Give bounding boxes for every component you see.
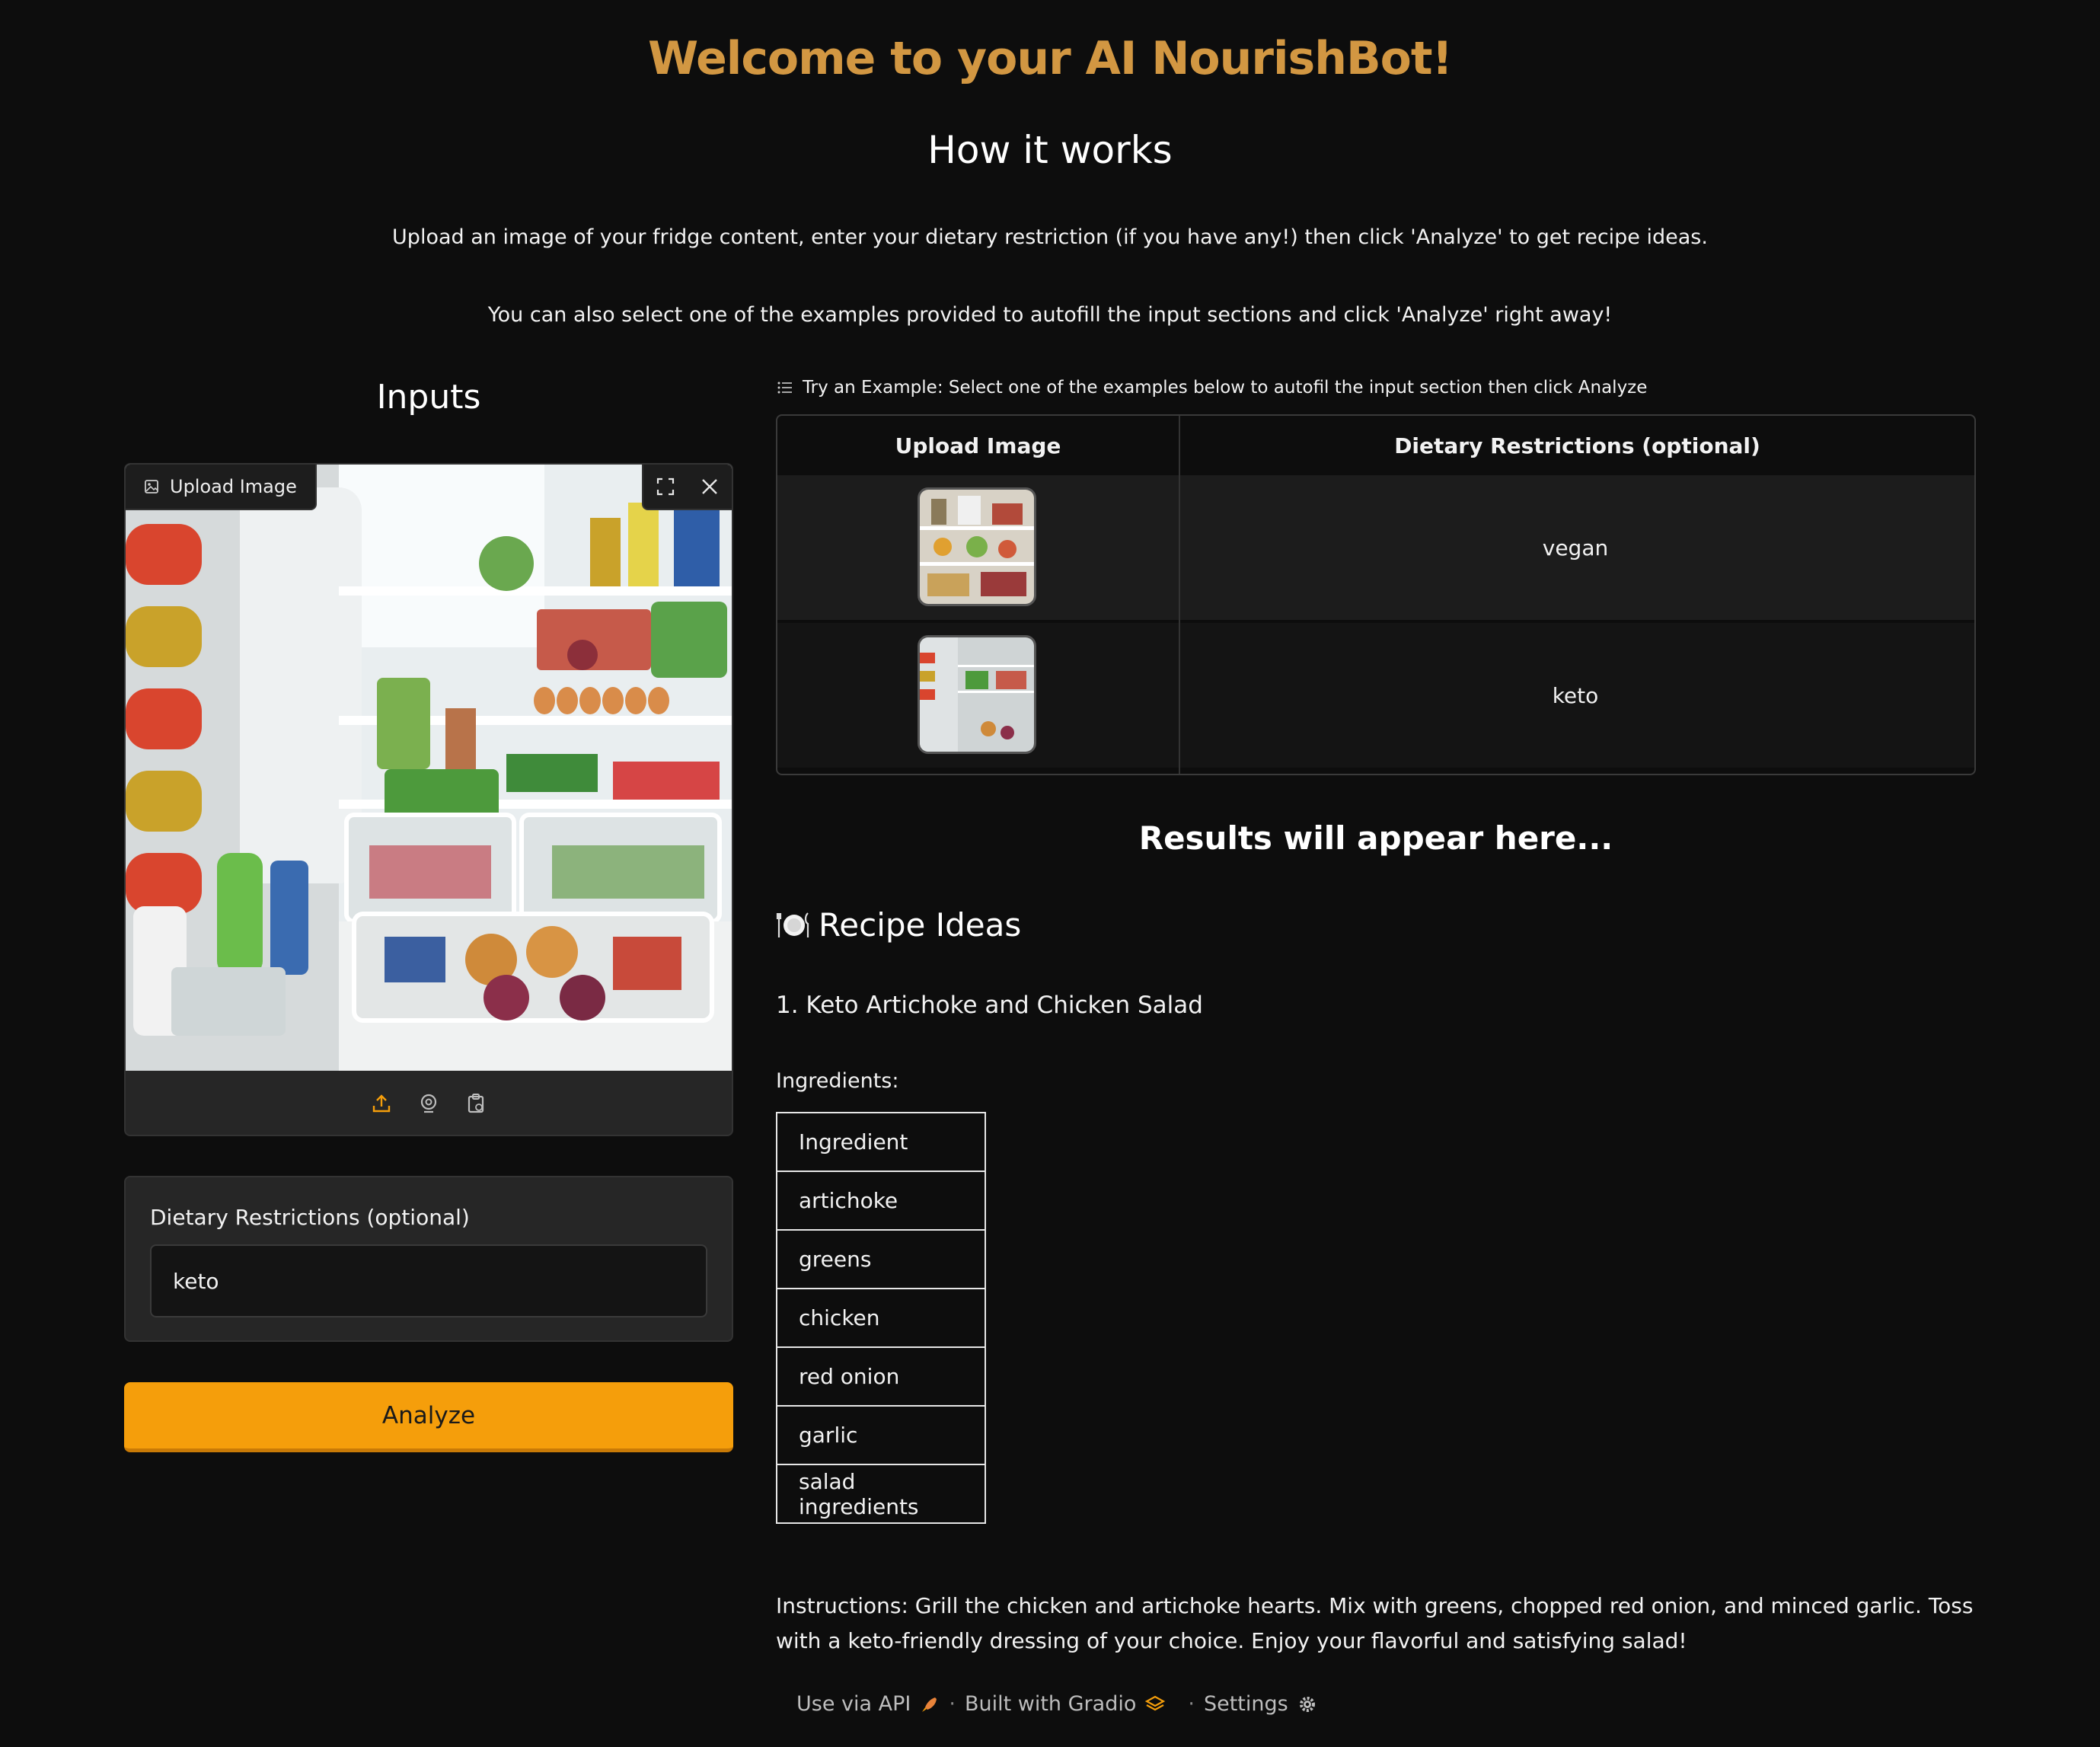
how-it-works-heading: How it works: [927, 128, 1173, 172]
settings-link[interactable]: Settings: [1204, 1692, 1288, 1716]
ingredients-header-cell: Ingredient: [776, 1112, 986, 1172]
examples-column-divider: [1179, 416, 1180, 774]
image-tools: [642, 465, 732, 510]
examples-column-image: Upload Image: [895, 433, 1061, 458]
instructions-text: Grill the chicken and artichoke hearts. …: [776, 1593, 1974, 1653]
examples-label-text: Try an Example: Select one of the exampl…: [803, 378, 1648, 398]
recipe-instructions: Instructions: Grill the chicken and arti…: [776, 1589, 1976, 1659]
example-row-keto[interactable]: keto: [777, 623, 1974, 768]
ingredients-table: Ingredient artichoke greens chicken red …: [776, 1112, 986, 1524]
table-row: garlic: [776, 1405, 986, 1465]
examples-table: Upload Image Dietary Restrictions (optio…: [776, 414, 1976, 775]
examples-label: Try an Example: Select one of the exampl…: [777, 378, 1647, 398]
examples-column-diet: Dietary Restrictions (optional): [1394, 433, 1760, 458]
image-upload-label-text: Upload Image: [170, 476, 297, 497]
ingredients-label: Ingredients:: [776, 1069, 899, 1093]
rocket-icon: [922, 1697, 937, 1712]
inputs-heading: Inputs: [376, 378, 481, 417]
how-it-works-paragraph-2: You can also select one of the examples …: [487, 303, 1613, 327]
results-placeholder: Results will appear here...: [1138, 819, 1613, 857]
list-icon: [777, 382, 792, 394]
use-via-api-link[interactable]: Use via API: [796, 1692, 911, 1716]
example-diet-text: keto: [1552, 682, 1599, 708]
upload-icon[interactable]: [371, 1093, 392, 1114]
analyze-button[interactable]: Analyze: [124, 1382, 733, 1452]
ingredient-cell: artichoke: [776, 1171, 986, 1231]
instructions-label: Instructions:: [776, 1593, 908, 1618]
ingredient-cell: garlic: [776, 1405, 986, 1465]
uploaded-fridge-image: [126, 465, 732, 1071]
ingredient-cell: greens: [776, 1229, 986, 1289]
gradio-logo-icon: [1145, 1695, 1166, 1710]
footer-separator: ·: [949, 1692, 956, 1716]
table-row: salad ingredients: [776, 1464, 986, 1524]
recipe-ideas-text: Recipe Ideas: [819, 906, 1022, 944]
built-with-gradio-link[interactable]: Built with Gradio: [965, 1692, 1136, 1716]
table-row: greens: [776, 1229, 986, 1289]
gear-icon[interactable]: [1297, 1694, 1317, 1714]
fullscreen-icon[interactable]: [656, 477, 675, 497]
plate-icon: [776, 912, 809, 937]
footer-separator: ·: [1188, 1692, 1195, 1716]
example-thumbnail[interactable]: [918, 635, 1036, 754]
ingredient-cell: salad ingredients: [776, 1464, 986, 1524]
ingredient-cell: chicken: [776, 1288, 986, 1348]
dietary-restrictions-panel: Dietary Restrictions (optional): [124, 1176, 733, 1342]
example-diet-text: vegan: [1542, 535, 1609, 561]
image-upload-label: Upload Image: [126, 465, 317, 510]
table-row: red onion: [776, 1346, 986, 1407]
fridge-image-illustration: [126, 465, 732, 1071]
table-row: chicken: [776, 1288, 986, 1348]
example-fridge-thumbnail: [920, 637, 1034, 752]
table-row: artichoke: [776, 1171, 986, 1231]
image-upload-panel[interactable]: Upload Image: [124, 463, 733, 1136]
clipboard-icon[interactable]: [465, 1093, 487, 1114]
ingredient-cell: red onion: [776, 1346, 986, 1407]
how-it-works-paragraph-1: Upload an image of your fridge content, …: [392, 225, 1708, 249]
image-source-toolbar: [126, 1071, 732, 1135]
webcam-icon[interactable]: [418, 1093, 439, 1114]
recipe-ideas-heading: Recipe Ideas: [776, 906, 1021, 944]
image-icon: [145, 480, 158, 493]
app-title: Welcome to your AI NourishBot!: [648, 32, 1453, 85]
footer: Use via API · Built with Gradio · Settin…: [796, 1692, 1317, 1716]
dietary-restrictions-label: Dietary Restrictions (optional): [150, 1205, 470, 1230]
recipe-title: 1. Keto Artichoke and Chicken Salad: [776, 992, 1203, 1019]
example-fridge-thumbnail: [920, 490, 1034, 604]
example-row-vegan[interactable]: vegan: [777, 475, 1974, 620]
example-thumbnail[interactable]: [918, 487, 1036, 606]
table-row: Ingredient: [776, 1112, 986, 1172]
close-icon[interactable]: [700, 477, 720, 497]
dietary-restrictions-input[interactable]: [150, 1244, 707, 1317]
